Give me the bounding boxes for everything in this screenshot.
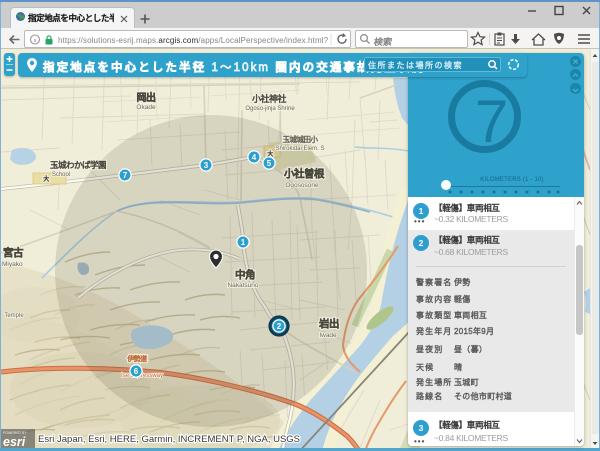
svg-text:Ogoso-jinja Shrine: Ogoso-jinja Shrine xyxy=(245,106,295,112)
svg-text:3: 3 xyxy=(204,161,209,170)
svg-text:Iwade: Iwade xyxy=(319,332,337,339)
svg-text:小社曽根: 小社曽根 xyxy=(283,167,325,180)
svg-text:玉城わかば学園: 玉城わかば学園 xyxy=(50,160,106,170)
svg-text:宮古: 宮古 xyxy=(3,246,24,259)
svg-text:7: 7 xyxy=(123,171,128,180)
svg-text:Shirokidai Elem. S: Shirokidai Elem. S xyxy=(275,146,324,152)
svg-text:2: 2 xyxy=(277,322,282,331)
svg-text:1: 1 xyxy=(241,238,246,247)
svg-text:School: School xyxy=(52,172,70,178)
svg-text:中角: 中角 xyxy=(235,268,255,281)
svg-text:大: 大 xyxy=(43,175,49,183)
svg-text:岡出: 岡出 xyxy=(137,91,156,104)
svg-text:伊勢道: 伊勢道 xyxy=(127,354,147,363)
svg-text:Okade: Okade xyxy=(136,104,156,111)
svg-text:5: 5 xyxy=(267,159,272,168)
svg-text:esri: esri xyxy=(3,435,26,448)
svg-text:玉城城田小: 玉城城田小 xyxy=(283,135,319,144)
svg-text:6: 6 xyxy=(134,367,139,376)
svg-text:Temple: Temple xyxy=(4,313,24,319)
svg-text:Esri Japan, Esri, HERE, Garmin: Esri Japan, Esri, HERE, Garmin, INCREMEN… xyxy=(38,434,300,445)
svg-text:Miyako: Miyako xyxy=(2,261,23,268)
svg-text:Nakatsuno: Nakatsuno xyxy=(227,282,258,289)
svg-text:Ogososone: Ogososone xyxy=(285,182,319,189)
svg-text:岩出: 岩出 xyxy=(318,317,339,330)
svg-text:4: 4 xyxy=(252,153,257,162)
svg-text:小社神社: 小社神社 xyxy=(252,93,287,104)
